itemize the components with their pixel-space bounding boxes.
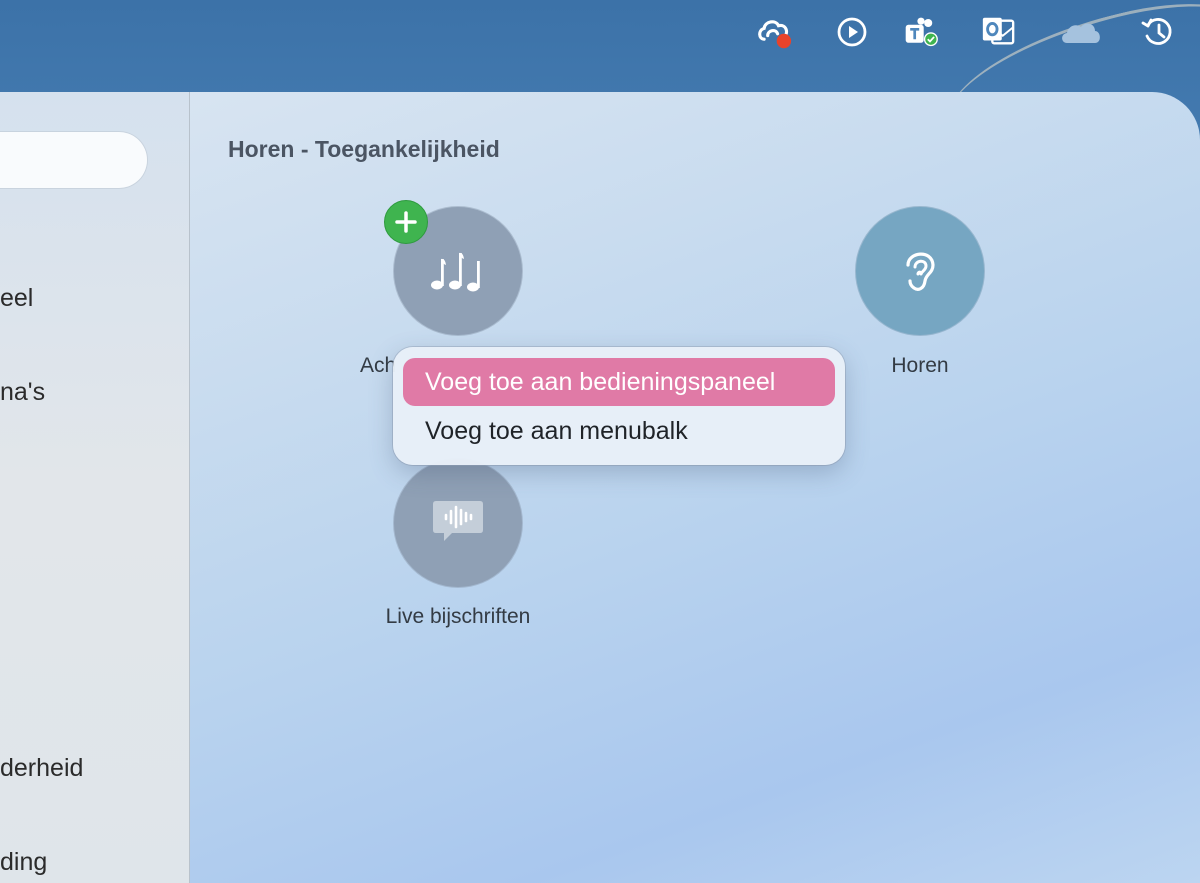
tile-hearing[interactable] — [856, 207, 984, 335]
time-machine-icon[interactable] — [1140, 14, 1176, 50]
search-field[interactable] — [0, 132, 147, 188]
system-settings-window: eel na's derheid ding Horen - Toegankeli… — [0, 92, 1200, 883]
creative-cloud-icon[interactable] — [756, 14, 792, 50]
tile-label: Ach — [360, 354, 397, 377]
waveform-caption-icon — [433, 501, 483, 541]
sidebar-item[interactable]: ding — [0, 848, 47, 877]
plus-icon — [395, 211, 417, 233]
context-menu: Voeg toe aan bedieningspaneel Voeg toe a… — [393, 347, 845, 465]
add-badge[interactable] — [384, 200, 428, 244]
sidebar: eel na's derheid ding — [0, 92, 190, 883]
teams-icon[interactable] — [903, 14, 939, 50]
menubar — [0, 0, 1200, 171]
menu-item-add-to-control-center[interactable]: Voeg toe aan bedieningspaneel — [403, 358, 835, 406]
tile-label: Live bijschriften — [385, 605, 531, 628]
onedrive-icon[interactable] — [1058, 14, 1104, 50]
sidebar-item[interactable]: eel — [0, 284, 33, 313]
tile-live-captions[interactable] — [394, 459, 522, 587]
outlook-icon[interactable] — [980, 14, 1016, 50]
sidebar-item[interactable]: derheid — [0, 754, 83, 783]
section-title: Horen - Toegankelijkheid — [228, 136, 500, 162]
sidebar-item[interactable]: na's — [0, 378, 45, 407]
ear-icon — [906, 252, 935, 291]
menu-item-add-to-menubar[interactable]: Voeg toe aan menubalk — [403, 407, 835, 455]
tile-label: Horen — [891, 354, 949, 377]
play-circle-icon[interactable] — [834, 14, 870, 50]
music-notes-icon — [431, 252, 480, 292]
